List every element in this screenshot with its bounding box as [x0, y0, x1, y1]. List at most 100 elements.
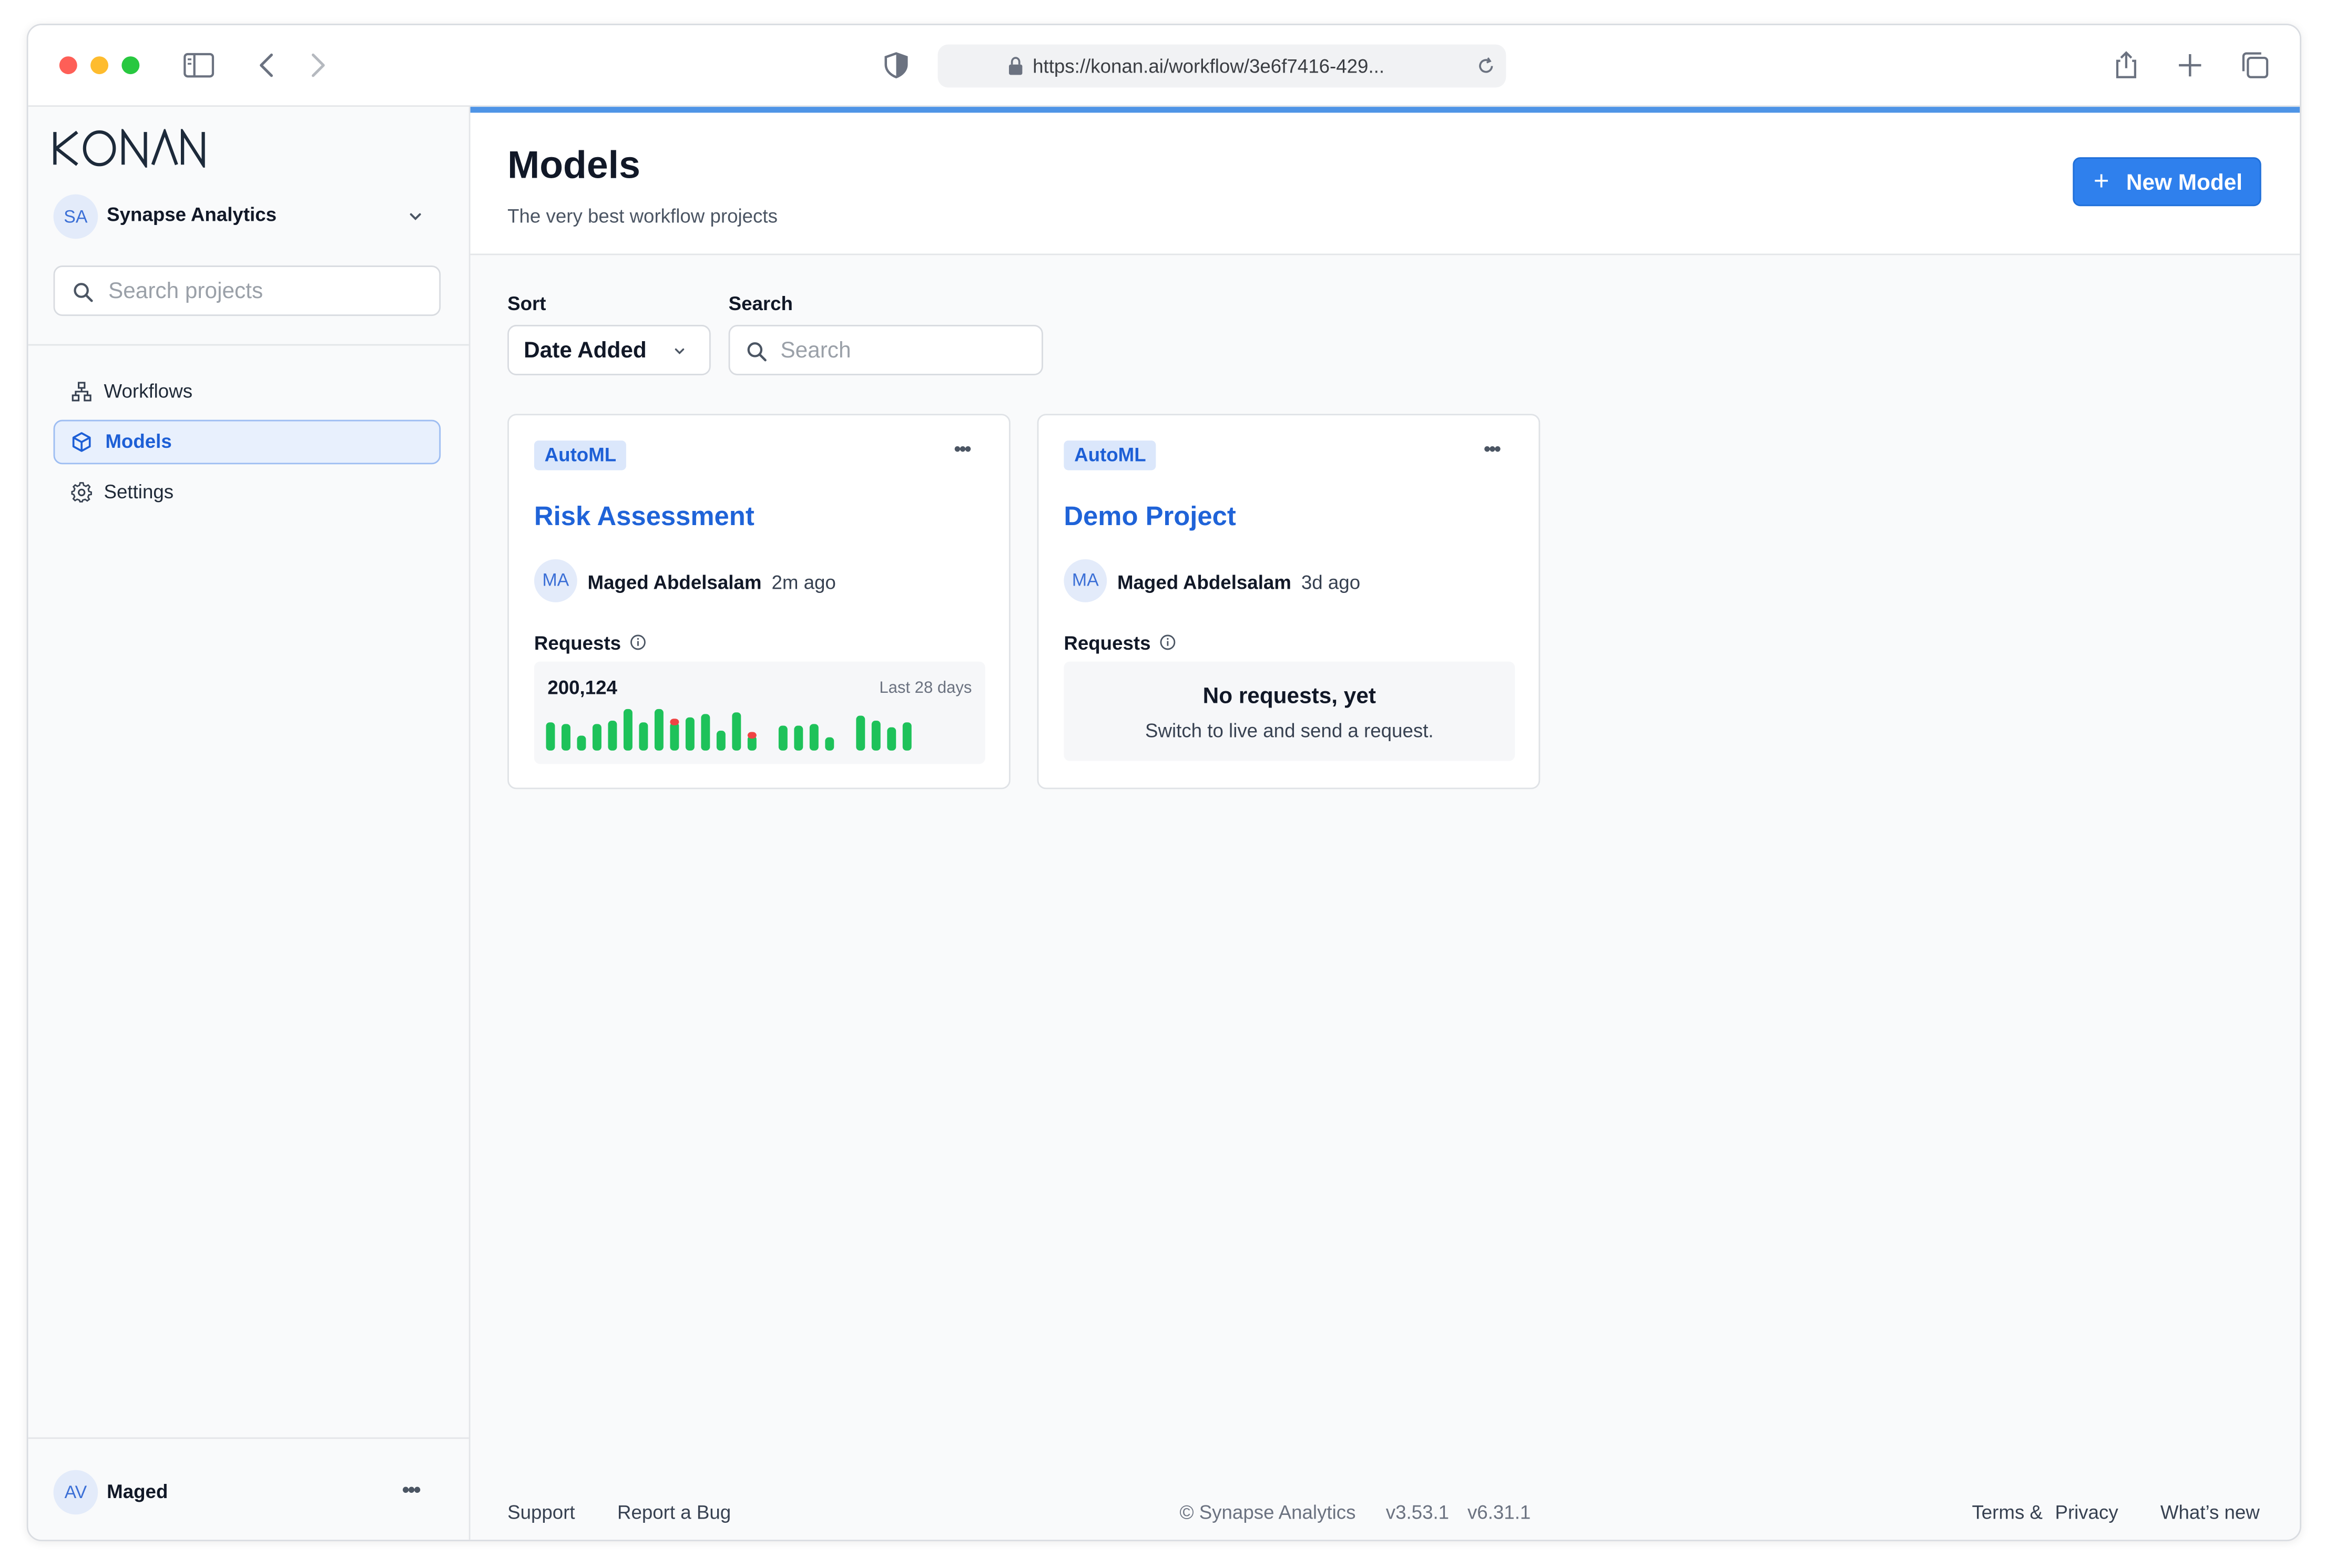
- request-bar: [546, 722, 555, 751]
- sidebar: KONAN SA Synapse Analytics: [28, 107, 471, 1540]
- requests-label: Requests: [534, 632, 621, 654]
- more-options-icon[interactable]: •••: [402, 1478, 421, 1501]
- owner-name: Maged Abdelsalam: [1117, 571, 1291, 593]
- version-text: v3.53.1: [1385, 1501, 1450, 1524]
- chevron-down-icon: [410, 213, 421, 221]
- request-bar: [670, 722, 679, 751]
- sidebar-toggle-icon[interactable]: [182, 49, 215, 81]
- sidebar-item-label: Settings: [104, 480, 174, 503]
- org-avatar: SA: [53, 194, 98, 239]
- share-icon[interactable]: [2110, 49, 2143, 81]
- type-badge: AutoML: [1064, 440, 1157, 470]
- request-bar: [902, 722, 912, 751]
- card-menu-icon[interactable]: •••: [954, 437, 972, 459]
- lock-icon: [1008, 57, 1023, 75]
- model-title[interactable]: Demo Project: [1064, 501, 1236, 532]
- model-card[interactable]: AutoML ••• Demo Project MA Maged Abdelsa…: [1037, 414, 1541, 790]
- empty-title: No requests, yet: [1202, 683, 1376, 709]
- sidebar-divider: [28, 1437, 469, 1439]
- report-bug-link[interactable]: Report a Bug: [617, 1501, 731, 1523]
- whats-new-link[interactable]: What’s new: [2160, 1501, 2260, 1523]
- shield-icon[interactable]: [880, 49, 912, 81]
- forward-arrow-icon[interactable]: [301, 49, 334, 81]
- request-bar: [639, 722, 648, 751]
- model-owner: MA Maged Abdelsalam 3d ago: [1064, 559, 1509, 604]
- sidebar-item-workflows[interactable]: Workflows: [54, 370, 441, 414]
- org-switcher[interactable]: SA Synapse Analytics: [53, 193, 427, 240]
- search-icon: [74, 283, 93, 302]
- request-bar: [685, 717, 695, 751]
- logo-text: KONAN: [28, 107, 30, 108]
- sidebar-divider: [28, 344, 469, 346]
- chevron-down-icon: [675, 348, 685, 355]
- error-bar: [670, 719, 679, 725]
- sidebar-item-settings[interactable]: Settings: [54, 470, 441, 515]
- back-arrow-icon[interactable]: [251, 49, 283, 81]
- request-bar: [887, 727, 896, 751]
- sidebar-item-label: Models: [105, 430, 172, 453]
- search-input[interactable]: [777, 336, 1036, 365]
- request-bar: [794, 725, 803, 751]
- requests-bar-chart: [546, 709, 912, 751]
- plus-icon: +: [2093, 166, 2109, 196]
- model-title[interactable]: Risk Assessment: [534, 501, 754, 532]
- requests-period: Last 28 days: [879, 679, 972, 698]
- request-bar: [654, 709, 664, 751]
- privacy-link[interactable]: Privacy: [2055, 1501, 2118, 1523]
- error-bar: [747, 732, 757, 739]
- request-bar: [856, 715, 865, 751]
- main-content: Models The very best workflow projects +…: [470, 107, 2300, 1540]
- org-name: Synapse Analytics: [107, 203, 277, 226]
- sidebar-item-models[interactable]: Models: [53, 419, 441, 465]
- owner-name: Maged Abdelsalam: [587, 571, 762, 593]
- browser-toolbar: https://konan.ai/workflow/3e6f7416-429..…: [28, 25, 2300, 107]
- owner-avatar: MA: [1064, 559, 1107, 602]
- cube-icon: [72, 432, 91, 452]
- sidebar-search: [53, 265, 441, 316]
- new-model-label: New Model: [2126, 170, 2243, 196]
- new-tab-icon[interactable]: [2174, 49, 2206, 81]
- request-bar: [809, 724, 819, 751]
- search-projects-input[interactable]: [105, 277, 423, 306]
- request-bar: [732, 712, 741, 751]
- workflow-icon: [72, 382, 91, 402]
- empty-subtitle: Switch to live and send a request.: [1145, 719, 1434, 742]
- updated-time: 3d ago: [1301, 571, 1361, 593]
- minimize-window-button[interactable]: [90, 56, 109, 75]
- reload-icon[interactable]: [1476, 56, 1496, 76]
- sort-value: Date Added: [524, 338, 647, 364]
- user-name: Maged: [107, 1480, 168, 1503]
- new-model-button[interactable]: + New Model: [2073, 157, 2261, 207]
- user-menu[interactable]: AV Maged •••: [53, 1469, 427, 1516]
- close-window-button[interactable]: [59, 56, 77, 75]
- requests-count: 200,124: [547, 676, 617, 699]
- page-title: Models: [507, 142, 640, 187]
- tabs-overview-icon[interactable]: [2239, 49, 2271, 81]
- request-bar: [778, 725, 788, 751]
- card-menu-icon[interactable]: •••: [1484, 437, 1501, 459]
- requests-label: Requests: [1064, 632, 1151, 654]
- sort-dropdown[interactable]: Date Added: [507, 325, 711, 375]
- search-label: Search: [728, 292, 793, 315]
- requests-empty-state: No requests, yet Switch to live and send…: [1064, 661, 1515, 761]
- updated-time: 2m ago: [771, 571, 836, 593]
- model-search: [728, 325, 1043, 375]
- request-bar: [825, 737, 834, 751]
- sidebar-item-label: Workflows: [104, 380, 193, 402]
- user-avatar: AV: [53, 1470, 98, 1515]
- loading-progress-bar: [470, 107, 2300, 113]
- address-bar[interactable]: https://konan.ai/workflow/3e6f7416-429..…: [937, 44, 1506, 88]
- info-icon[interactable]: [629, 633, 647, 651]
- info-icon[interactable]: [1159, 633, 1177, 651]
- model-card[interactable]: AutoML ••• Risk Assessment MA Maged Abde…: [507, 414, 1011, 790]
- konan-logo: [53, 129, 205, 168]
- gear-icon: [71, 482, 92, 503]
- browser-window: https://konan.ai/workflow/3e6f7416-429..…: [26, 24, 2301, 1542]
- maximize-window-button[interactable]: [121, 56, 140, 75]
- terms-link[interactable]: Terms &: [1972, 1501, 2043, 1523]
- support-link[interactable]: Support: [507, 1501, 575, 1523]
- page-header: Models The very best workflow projects +…: [470, 112, 2300, 255]
- url-text: https://konan.ai/workflow/3e6f7416-429..…: [1033, 55, 1385, 77]
- page-subtitle: The very best workflow projects: [507, 204, 778, 227]
- copyright-text: © Synapse Analytics: [1179, 1501, 1356, 1524]
